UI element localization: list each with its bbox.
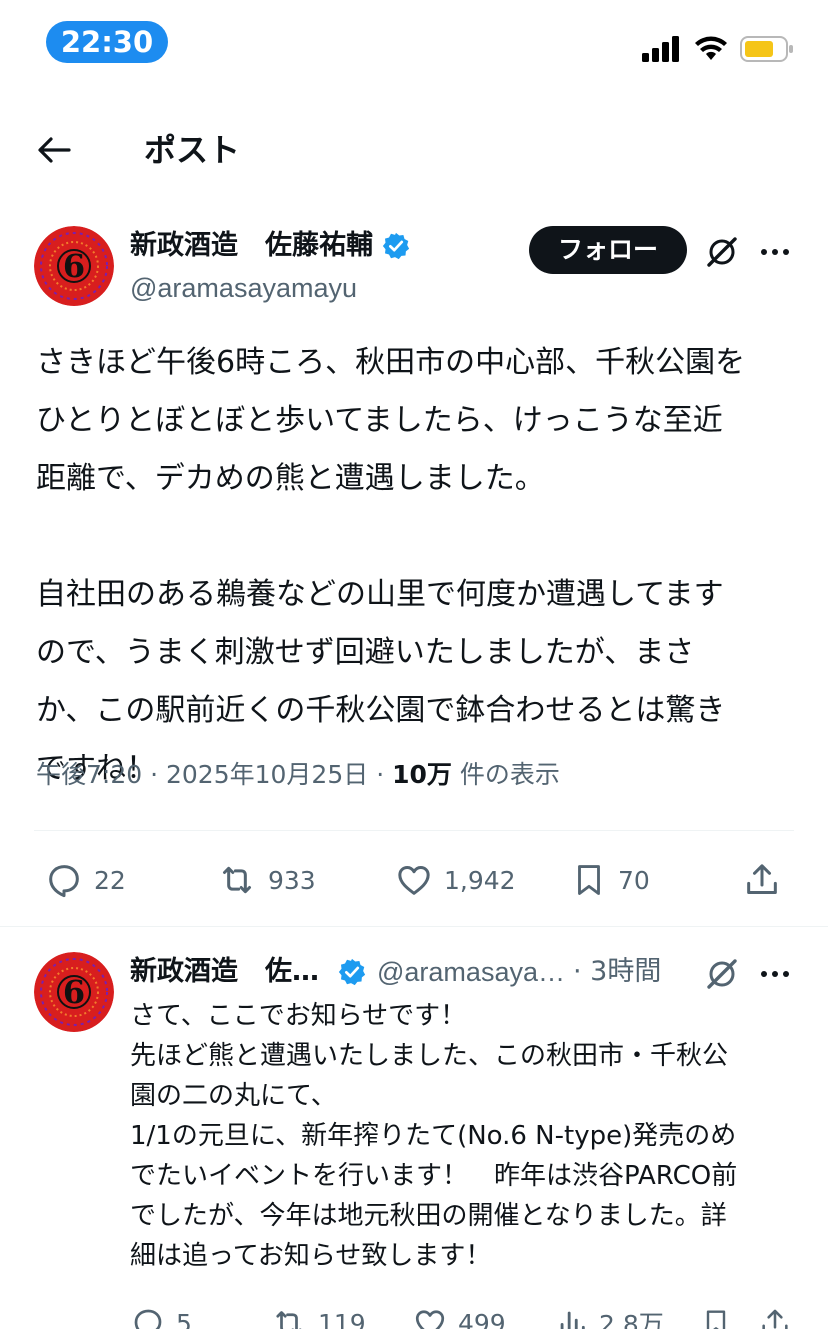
heart-icon: [398, 866, 430, 895]
author-avatar[interactable]: 6: [34, 226, 114, 306]
reply-author-name[interactable]: 新政酒造 佐…: [130, 952, 319, 992]
reply-like-button[interactable]: 499: [412, 1298, 506, 1329]
status-time: 22:30: [46, 21, 168, 63]
avatar-text: 6: [63, 973, 85, 1011]
grok-icon: [707, 959, 737, 989]
wifi-icon: [695, 36, 727, 60]
verified-badge-icon: [338, 958, 366, 986]
repost-count: 933: [268, 865, 316, 895]
post-meta: 午後7:20 · 2025年10月25日 · 10万 件の表示: [36, 755, 560, 795]
more-dot-icon: [783, 971, 789, 977]
page-title: ポスト: [144, 131, 241, 169]
analytics-icon: [560, 1311, 585, 1329]
arrow-left-icon: [38, 137, 71, 163]
like-count: 1,942: [444, 865, 516, 895]
reply-repost-button[interactable]: 119: [270, 1298, 366, 1329]
views-label: 件の表示: [459, 760, 560, 789]
reply-button[interactable]: 22: [44, 855, 126, 905]
reply-more-options-button[interactable]: [755, 954, 795, 994]
status-bar: 22:30: [0, 0, 828, 90]
more-dot-icon: [772, 249, 778, 255]
reply-share-button[interactable]: [758, 1298, 792, 1329]
reply-icon: [134, 1309, 162, 1329]
bookmark-icon: [706, 1310, 726, 1329]
meta-separator: ·: [150, 760, 159, 789]
author-name-row: 新政酒造 佐藤祐輔: [130, 226, 411, 266]
more-dot-icon: [783, 249, 789, 255]
share-button[interactable]: [742, 855, 782, 905]
reply-actions: 5 119 499 2.8万: [0, 1298, 828, 1329]
like-button[interactable]: 1,942: [394, 855, 516, 905]
bookmark-count: 70: [618, 865, 650, 895]
avatar-text: 6: [63, 247, 85, 285]
more-dot-icon: [761, 971, 767, 977]
reply-bookmark-button[interactable]: [700, 1298, 732, 1329]
more-options-button[interactable]: [755, 232, 795, 272]
reply-icon: [49, 865, 79, 898]
post-time[interactable]: 午後7:20: [36, 760, 142, 789]
reply-views-button[interactable]: 2.8万: [555, 1298, 664, 1329]
heart-icon: [415, 1310, 445, 1329]
follow-button[interactable]: フォロー: [529, 226, 687, 274]
reply-time[interactable]: · 3時間: [573, 952, 661, 992]
like-count: 499: [458, 1308, 506, 1329]
post-date[interactable]: 2025年10月25日: [166, 760, 368, 789]
reply-grok-button[interactable]: [702, 954, 742, 994]
reply-count: 22: [94, 865, 126, 895]
bookmark-button[interactable]: 70: [570, 855, 650, 905]
more-dot-icon: [761, 249, 767, 255]
meta-separator: ·: [376, 760, 385, 789]
repost-count: 119: [318, 1308, 366, 1329]
author-name: 新政酒造 佐藤祐輔: [130, 230, 373, 261]
views-count[interactable]: 10万: [392, 760, 452, 789]
verified-badge-icon: [382, 232, 410, 260]
battery-icon: [740, 36, 793, 62]
grok-button[interactable]: [702, 232, 742, 272]
repost-icon: [223, 866, 251, 894]
reply-author-avatar[interactable]: 6: [34, 952, 114, 1032]
reply-reply-button[interactable]: 5: [130, 1298, 192, 1329]
share-icon: [762, 1309, 788, 1329]
avatar-image: 6: [34, 952, 114, 1032]
reply-author-handle[interactable]: @aramasaya…: [377, 952, 565, 992]
top-bar: ポスト: [0, 110, 828, 190]
repost-icon: [276, 1311, 302, 1329]
post-text: さきほど午後6時ころ、秋田市の中心部、千秋公園を ひとりとぼとぼと歩いてましたら…: [36, 345, 746, 786]
grok-icon: [707, 237, 737, 267]
reply-text: さて、ここでお知らせです！ 先ほど熊と遭遇いたしました、この秋田市・千秋公 園の…: [130, 1001, 738, 1271]
views-count: 2.8万: [599, 1310, 664, 1329]
share-icon: [747, 864, 777, 894]
post-author[interactable]: 新政酒造 佐藤祐輔 @aramasayamayu: [130, 226, 411, 308]
reply-header: 新政酒造 佐… @aramasaya… · 3時間: [130, 952, 661, 992]
repost-button[interactable]: 933: [216, 855, 316, 905]
divider: [34, 830, 794, 831]
back-button[interactable]: [34, 130, 74, 170]
section-divider: [0, 926, 828, 927]
avatar-image: 6: [34, 226, 114, 306]
post-actions: 22 933 1,942 70: [0, 855, 828, 905]
author-handle: @aramasayamayu: [130, 273, 357, 303]
bookmark-icon: [578, 865, 600, 895]
more-dot-icon: [772, 971, 778, 977]
reply-count: 5: [176, 1308, 192, 1329]
cellular-signal-icon: [642, 36, 679, 62]
status-icons: [642, 34, 794, 64]
